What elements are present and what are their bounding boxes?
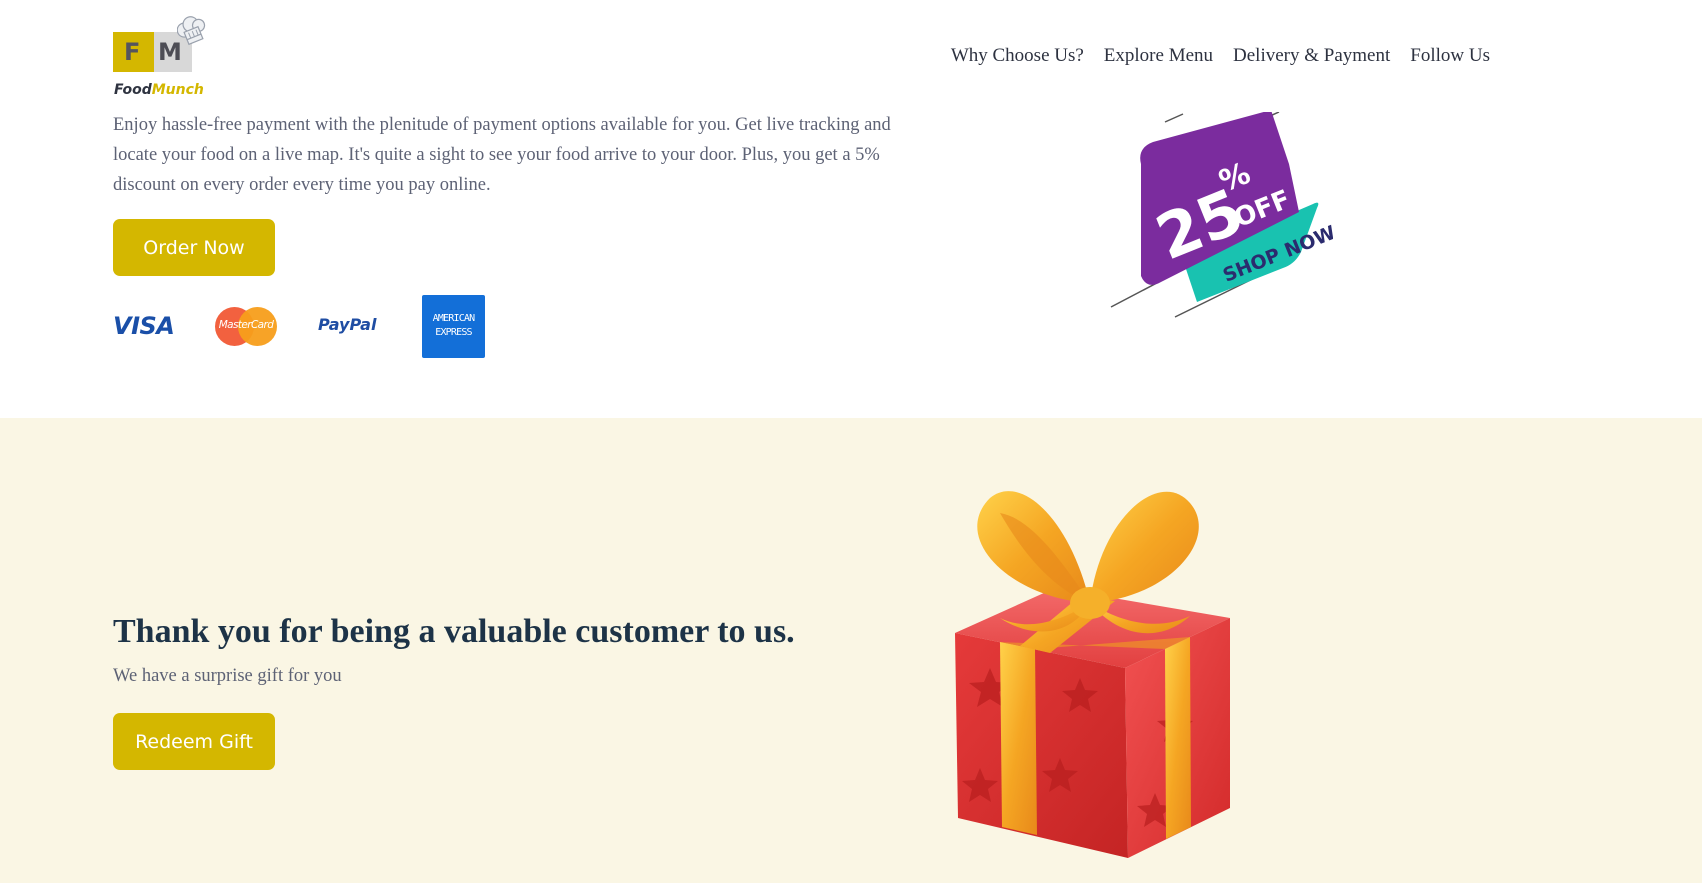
mastercard-logo: MasterCard [215, 307, 277, 346]
visa-logo: VISA [113, 312, 175, 340]
gift-ribbon-vertical-right [1165, 637, 1191, 839]
gift-box-left-face [955, 633, 1128, 858]
food-munch-logo[interactable]: F M FoodMunch [113, 16, 213, 106]
nav-link-follow-us[interactable]: Follow Us [1410, 45, 1490, 67]
payment-methods: VISA MasterCard PayPal AMERICAN EXPRESS [113, 295, 493, 358]
order-now-button[interactable]: Order Now [113, 219, 275, 276]
gift-subtext: We have a surprise gift for you [113, 666, 342, 686]
main-nav: Why Choose Us? Explore Menu Delivery & P… [951, 45, 1490, 67]
redeem-gift-button[interactable]: Redeem Gift [113, 713, 275, 770]
nav-link-delivery-payment[interactable]: Delivery & Payment [1233, 45, 1390, 67]
offer-25-off-image[interactable]: 25 % OFF SHOP NOW [1103, 112, 1333, 322]
logo-wordmark-food: Food [114, 82, 152, 98]
amex-label-line1: AMERICAN [432, 313, 476, 324]
gift-box-icon [955, 491, 1230, 858]
mastercard-label: MasterCard [218, 319, 274, 331]
nav-link-why-choose-us[interactable]: Why Choose Us? [951, 45, 1084, 67]
delivery-description: Enjoy hassle-free payment with the pleni… [113, 115, 891, 195]
gift-bow-right-loop [1090, 491, 1199, 603]
delivery-payment-section: F M FoodMunch Why Choose Us? Explore Men… [0, 0, 1702, 418]
paypal-logo: PayPal [318, 315, 377, 334]
american-express-logo: AMERICAN EXPRESS [422, 295, 485, 358]
logo-letter-f: F [124, 38, 141, 66]
gift-ribbon-vertical-left [1000, 642, 1037, 835]
amex-label-line2: EXPRESS [435, 327, 472, 338]
nav-link-explore-menu[interactable]: Explore Menu [1104, 45, 1213, 67]
chef-hat-icon [177, 16, 206, 46]
surprise-gift-section: Thank you for being a valuable customer … [0, 418, 1702, 883]
offer-deco-line [1164, 113, 1184, 123]
logo-wordmark-munch: Munch [151, 82, 204, 98]
gift-bow-knot [1070, 587, 1110, 619]
gift-heading: Thank you for being a valuable customer … [113, 613, 795, 650]
logo-wordmark: FoodMunch [114, 82, 204, 98]
